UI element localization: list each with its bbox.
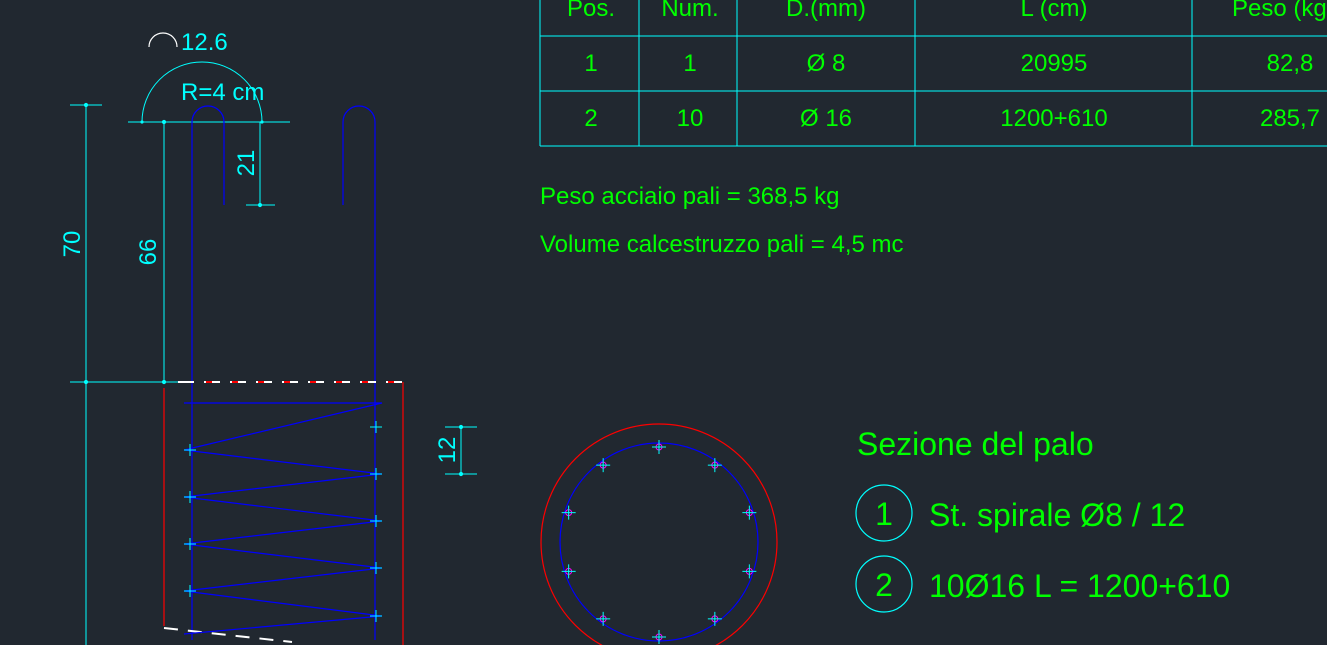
- table-cell: 10: [677, 105, 704, 132]
- spiral-circle: [559, 442, 759, 642]
- table-cell: 1: [683, 50, 696, 77]
- table-header-weight: Peso (kg: [1232, 0, 1327, 22]
- rebar-table: Pos. Num. D.(mm) L (cm) Peso (kg 1 1 Ø 8…: [539, 0, 1327, 147]
- table-cell: 1200+610: [1000, 105, 1107, 132]
- hook-length-label: 12.6: [181, 29, 228, 56]
- section-bar-marker: [561, 564, 576, 579]
- pile-outline-circle: [540, 423, 778, 645]
- dimension-21-label: 21: [233, 150, 260, 177]
- section-bar-marker: [596, 611, 611, 626]
- radius-label: R=4 cm: [181, 79, 264, 106]
- dimension-66-label: 66: [135, 239, 162, 266]
- callout-number-1: 1: [875, 496, 893, 532]
- section-bar-marker: [707, 458, 722, 473]
- legend-item-bars: 10Ø16 L = 1200+610: [929, 568, 1230, 604]
- legend-item-spiral: St. spirale Ø8 / 12: [929, 497, 1185, 533]
- note-steel-weight: Peso acciaio pali = 368,5 kg: [540, 183, 840, 210]
- table-cell: 82,8: [1267, 50, 1314, 77]
- table-cell: 2: [584, 105, 597, 132]
- table-header-pos: Pos.: [567, 0, 615, 22]
- table-header-length: L (cm): [1020, 0, 1087, 22]
- section-bar-marker: [596, 458, 611, 473]
- table-grid: [539, 0, 1327, 147]
- section-legend: Sezione del palo 1 St. spirale Ø8 / 12 2…: [855, 426, 1230, 613]
- table-header-diameter: D.(mm): [786, 0, 866, 22]
- section-bar-marker: [742, 505, 757, 520]
- longitudinal-bars: [191, 105, 376, 640]
- callout-number-2: 2: [875, 567, 893, 603]
- dimension-12-label: 12: [434, 437, 461, 464]
- table-cell: 20995: [1021, 50, 1088, 77]
- hooked-bar-left: [191, 105, 225, 640]
- section-bar-marker: [561, 505, 576, 520]
- pile-elevation: [70, 381, 404, 645]
- table-header-num: Num.: [661, 0, 718, 22]
- note-concrete-volume: Volume calcestruzzo pali = 4,5 mc: [540, 231, 904, 258]
- section-bar-marker: [742, 564, 757, 579]
- table-cell: Ø 16: [800, 105, 852, 132]
- table-cell: 285,7: [1260, 105, 1320, 132]
- pile-cross-section: [540, 423, 778, 645]
- dimension-70-label: 70: [59, 231, 86, 258]
- section-bar-marker: [707, 611, 722, 626]
- hooked-bar-right: [342, 105, 376, 640]
- hook-annotation: 12.6 R=4 cm: [128, 29, 290, 124]
- spiral-ticks: [184, 421, 382, 622]
- section-bar-marker: [652, 630, 666, 644]
- arc-length-symbol: [148, 32, 178, 48]
- table-cell: 1: [584, 50, 597, 77]
- cad-drawing: Pos. Num. D.(mm) L (cm) Peso (kg 1 1 Ø 8…: [59, 0, 1327, 645]
- section-bar-marker: [652, 440, 666, 454]
- spiral-stirrup: [183, 402, 383, 635]
- dimension-70: [70, 102, 102, 645]
- section-title: Sezione del palo: [857, 426, 1094, 462]
- table-cell: Ø 8: [807, 50, 846, 77]
